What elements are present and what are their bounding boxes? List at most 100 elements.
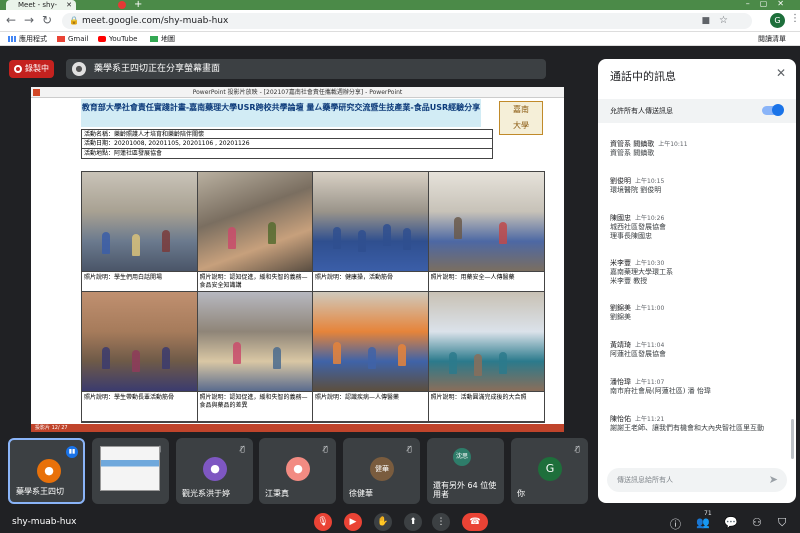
activity-dates: 活動日期：20201008, 20201105, 20201106 , 2020… [81, 139, 493, 149]
people-icon[interactable]: 👥 [696, 516, 710, 529]
present-now-button[interactable]: ⬆ [404, 513, 422, 531]
participant-tile-screenshare[interactable]: 🎙̸ [92, 438, 169, 504]
photo-caption: 照片說明：活動圓滿完成後的大合照 [428, 392, 544, 422]
sender: 劉俊明 [610, 177, 631, 185]
end-call-button[interactable]: ☎ [462, 513, 488, 531]
avatar: ● [37, 459, 61, 483]
timestamp: 上午10:11 [658, 141, 688, 148]
mic-off-icon: 🎙̸ [240, 445, 245, 453]
reading-list[interactable]: 閱讀清單 [758, 32, 786, 46]
activity-photo [313, 172, 429, 272]
chat-scrollbar[interactable] [791, 419, 794, 459]
participant-tile-presenter[interactable]: ▮▮ ● 藥學系王四切 [8, 438, 85, 504]
activity-photo [82, 292, 198, 392]
maps-icon [150, 36, 158, 42]
bookmark-gmail[interactable]: Gmail [57, 32, 88, 46]
chat-message: 潘怡瑋 上午11:07 南市府社會局(阿蓮社區) 潘 怡瑋 [610, 377, 790, 414]
participant-tile[interactable]: 🎙̸ ● 江秉真 [259, 438, 336, 504]
camera-toggle-button[interactable]: ▶ [344, 513, 362, 531]
activity-photo [82, 172, 198, 272]
close-icon[interactable]: ✕ [776, 66, 786, 80]
participant-tile[interactable]: 🎙̸ ● 觀光系洪于婷 [176, 438, 253, 504]
participant-tile[interactable]: 🎙̸ 健華 徐健華 [343, 438, 420, 504]
recording-indicator[interactable]: 錄製中 [9, 60, 54, 78]
meeting-code: shy-muab-hux [12, 517, 77, 527]
url-field[interactable]: 🔒 meet.google.com/shy-muab-hux ■ ☆ [62, 13, 752, 29]
menu-more-icon[interactable]: ⋮ [790, 13, 800, 24]
university-logo: 嘉南 大學 [499, 101, 543, 135]
avatar: 沈思 [453, 448, 471, 466]
participant-tile-others[interactable]: 沈思 還有另外 64 位使用者 [427, 438, 504, 504]
bookmark-apps[interactable]: 應用程式 [8, 32, 47, 46]
host-controls-icon[interactable]: ⛉ [778, 516, 786, 530]
raise-hand-button[interactable]: ✋ [374, 513, 392, 531]
mic-off-icon: 🎙̸ [323, 445, 328, 453]
recording-label: 錄製中 [25, 64, 49, 73]
powerpoint-titlebar: PowerPoint 投影片放映 - [202107嘉南社會責任攜載週辦分享] … [31, 87, 564, 98]
url-text: meet.google.com/shy-muab-hux [82, 16, 229, 26]
browser-tab-meet[interactable]: Meet - shy-muab-hux ✕ [6, 0, 76, 19]
message-text: 資管系 闕鎮歌 [610, 149, 655, 157]
avatar: G [538, 457, 562, 481]
bookmark-star-icon[interactable]: ☆ [719, 13, 728, 29]
browser-tab-strip: Meet - shy-muab-hux ✕ + –▢✕ [0, 0, 800, 19]
message-text: 環境醫院 劉俊明 [610, 186, 662, 194]
presenting-banner: ● 藥學系王四切正在分享螢幕畫面 [66, 59, 546, 79]
sender: 潘怡瑋 [610, 378, 631, 386]
chat-message: 資管系 闕鎮歌 上午10:11 資管系 闕鎮歌 [610, 139, 790, 176]
reload-icon[interactable]: ↻ [42, 13, 52, 27]
photo-caption: 照片說明：認知促進，緩和失智的義務—食品安全知識講 [197, 272, 313, 292]
send-icon[interactable]: ➤ [769, 473, 778, 486]
participant-tile-self[interactable]: 🎙̸ G 你 [511, 438, 588, 504]
sender: 陳怡佑 [610, 415, 631, 423]
chat-panel: 通話中的訊息 ✕ 允許所有人傳送訊息 資管系 闕鎮歌 上午10:11 資管系 闕鎮歌… [598, 59, 796, 503]
speaking-indicator-icon: ▮▮ [66, 446, 78, 458]
sender: 米李豐 [610, 259, 631, 267]
timestamp: 上午11:21 [635, 416, 665, 423]
chat-message: 劉俊明 上午10:15 環境醫院 劉俊明 [610, 176, 790, 213]
activity-name: 活動名稱：樂齡照護人才培育和樂齡陪伴關懷 [81, 129, 493, 139]
message-text: 阿蓮社區發展協會 [610, 350, 666, 358]
allow-messages-label: 允許所有人傳送訊息 [610, 107, 673, 115]
activity-photo [313, 292, 429, 392]
meeting-details-icon[interactable]: ⓘ [670, 516, 681, 532]
message-text: 嘉南藥理大學環工系 米李豐 教授 [610, 268, 673, 285]
sender: 黃靖琦 [610, 341, 631, 349]
chat-icon[interactable]: 💬 [724, 516, 738, 529]
allow-messages-toggle[interactable] [762, 104, 784, 116]
activities-icon[interactable]: ⚇ [752, 516, 762, 529]
sender: 資管系 闕鎮歌 [610, 140, 655, 148]
new-tab-icon[interactable]: + [134, 0, 142, 10]
close-tab-icon[interactable]: ✕ [66, 0, 72, 10]
profile-avatar[interactable]: G [770, 13, 785, 28]
message-text: 南市府社會局(阿蓮社區) 潘 怡瑋 [610, 387, 711, 395]
timestamp: 上午11:00 [635, 305, 665, 312]
chat-message: 劉錦美 上午11:00 劉錦美 [610, 303, 790, 340]
forward-icon[interactable]: → [24, 13, 34, 27]
record-icon [14, 65, 22, 73]
camera-icon[interactable]: ■ [701, 13, 710, 29]
message-text: 劉錦美 [610, 313, 631, 321]
avatar: ● [286, 457, 310, 481]
bookmark-maps[interactable]: 地圖 [150, 32, 175, 46]
mic-toggle-button[interactable]: 🎙 [314, 513, 332, 531]
timestamp: 上午11:04 [635, 342, 665, 349]
activity-location: 活動地點：阿蓮社區發展協會 [81, 149, 493, 159]
participants-count-badge: 71 [704, 510, 712, 517]
more-options-button[interactable]: ⋮ [432, 513, 450, 531]
slide-title: 教育部大學社會責任實踐計畫-嘉南藥理大學USR跨校共學論壇 量ㄙ藥學研究交流暨生… [81, 99, 481, 127]
photo-caption: 照片說明：用藥安全—人傳醫藥 [428, 272, 544, 292]
avatar: ● [203, 457, 227, 481]
photo-caption: 照片說明：學生帶動長輩活動筋骨 [82, 392, 198, 422]
back-icon[interactable]: ← [6, 13, 16, 27]
bookmark-youtube[interactable]: YouTube [98, 32, 137, 46]
lock-icon: 🔒 [69, 16, 79, 25]
activity-photo [197, 292, 313, 392]
participant-name: 你 [517, 489, 525, 498]
toggle-knob [772, 104, 784, 116]
chat-message-input[interactable] [617, 468, 757, 492]
presented-screen: PowerPoint 投影片放映 - [202107嘉南社會責任攜載週辦分享] … [31, 87, 564, 432]
avatar: 健華 [370, 457, 394, 481]
window-controls[interactable]: –▢✕ [746, 0, 794, 8]
chat-message: 陳國忠 上午10:26 城西社區發展協會 理事長陳國忠 [610, 213, 790, 258]
